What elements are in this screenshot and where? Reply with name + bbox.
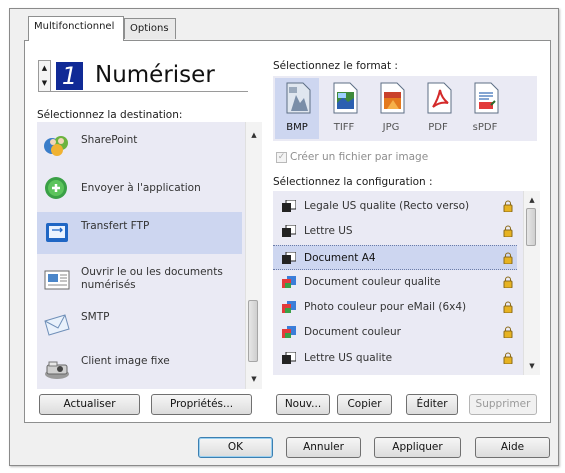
lock-icon bbox=[503, 352, 513, 365]
scroll-up-arrow-icon[interactable]: ▲ bbox=[524, 193, 540, 207]
button-number-spinner[interactable]: ▲ ▼ bbox=[38, 60, 51, 92]
format-label-jpg: JPG bbox=[382, 122, 400, 133]
configuration-item-label: Legale US qualite (Recto verso) bbox=[304, 200, 470, 212]
configuration-item[interactable]: Lettre US bbox=[273, 219, 517, 244]
destination-label: Sélectionnez la destination: bbox=[37, 109, 183, 121]
tab-multifonctionnel[interactable]: Multifonctionnel bbox=[28, 16, 124, 41]
spinner-down-arrow-icon[interactable]: ▼ bbox=[39, 76, 50, 90]
ok-button[interactable]: OK bbox=[198, 437, 273, 458]
destination-label-still-image-client: Client image fixe bbox=[81, 355, 170, 367]
scroll-down-arrow-icon[interactable]: ▼ bbox=[246, 372, 262, 386]
configuration-item-label: Photo couleur pour eMail (6x4) bbox=[304, 301, 467, 313]
configuration-list[interactable]: Legale US qualite (Recto verso) Lettre U… bbox=[273, 191, 540, 375]
tab-options[interactable]: Options bbox=[124, 18, 176, 39]
format-option-bmp[interactable]: BMP bbox=[275, 79, 319, 139]
destination-label-smtp: SMTP bbox=[81, 311, 110, 323]
color-document-icon bbox=[282, 326, 296, 338]
destination-label-sharepoint: SharePoint bbox=[81, 134, 138, 146]
jpg-format-icon bbox=[375, 81, 407, 115]
scroll-thumb[interactable] bbox=[526, 208, 536, 246]
tab-options-label: Options bbox=[130, 23, 169, 34]
configuration-item-label: Document couleur qualite bbox=[304, 276, 441, 288]
format-option-pdf[interactable]: PDF bbox=[416, 79, 460, 139]
scroll-up-arrow-icon[interactable]: ▲ bbox=[246, 128, 262, 142]
black-white-document-icon bbox=[282, 251, 297, 264]
lock-icon bbox=[503, 200, 513, 213]
lock-icon bbox=[503, 301, 513, 314]
smtp-mail-icon bbox=[43, 313, 71, 337]
configuration-item-label: Document A4 bbox=[304, 252, 376, 264]
lock-icon bbox=[503, 225, 513, 238]
spdf-format-icon bbox=[469, 81, 501, 115]
format-option-jpg[interactable]: JPG bbox=[369, 79, 413, 139]
black-white-document-icon bbox=[282, 224, 297, 237]
format-label-bmp: BMP bbox=[286, 122, 308, 133]
format-label-tiff: TIFF bbox=[333, 122, 355, 133]
scan-button-label: Numériser bbox=[95, 62, 215, 88]
format-label-spdf: sPDF bbox=[472, 122, 498, 133]
destination-item-send-to-application[interactable]: Envoyer à l'application bbox=[37, 167, 242, 210]
destination-label-open-scanned-documents: Ouvrir le ou les documents numérisés bbox=[81, 266, 223, 291]
black-white-document-icon bbox=[282, 351, 297, 364]
configuration-scrollbar[interactable]: ▲ ▼ bbox=[523, 191, 540, 375]
still-image-client-icon bbox=[43, 357, 71, 381]
spinner-up-arrow-icon[interactable]: ▲ bbox=[39, 61, 50, 75]
format-option-tiff[interactable]: TIFF bbox=[322, 79, 366, 139]
help-button[interactable]: Aide bbox=[475, 437, 550, 458]
destination-item-smtp[interactable]: SMTP bbox=[37, 302, 242, 345]
delete-configuration-button[interactable]: Supprimer bbox=[469, 394, 537, 415]
bmp-format-icon bbox=[281, 81, 313, 115]
color-document-icon bbox=[282, 301, 296, 313]
destination-label-ftp-transfer: Transfert FTP bbox=[81, 220, 150, 232]
configuration-item[interactable]: Photo couleur pour eMail (6x4) bbox=[273, 295, 517, 320]
tiff-format-icon bbox=[328, 81, 360, 115]
configuration-item[interactable]: Document couleur bbox=[273, 320, 517, 345]
title-divider bbox=[38, 91, 248, 92]
configuration-item[interactable]: Document couleur qualite bbox=[273, 270, 517, 295]
format-label-pdf: PDF bbox=[428, 122, 448, 133]
new-configuration-button[interactable]: Nouv... bbox=[276, 394, 330, 415]
format-label: Sélectionnez le format : bbox=[273, 60, 398, 72]
edit-configuration-button[interactable]: Éditer bbox=[406, 394, 458, 415]
scroll-thumb[interactable] bbox=[248, 300, 258, 362]
format-option-spdf[interactable]: sPDF bbox=[463, 79, 507, 139]
lock-icon bbox=[503, 252, 513, 265]
configuration-item-label: Lettre US bbox=[304, 225, 353, 237]
destination-item-ftp-transfer[interactable]: Transfert FTP bbox=[37, 212, 242, 254]
ftp-transfer-icon bbox=[43, 221, 71, 245]
lock-icon bbox=[503, 276, 513, 289]
configuration-item-label: Document couleur bbox=[304, 326, 401, 338]
configuration-item[interactable]: Legale US qualite (Recto verso) bbox=[273, 194, 517, 219]
configuration-label: Sélectionnez la configuration : bbox=[273, 176, 433, 188]
cancel-button[interactable]: Annuler bbox=[286, 437, 361, 458]
configuration-item[interactable]: Lettre US qualite bbox=[273, 346, 517, 371]
configuration-item-label: Lettre US qualite bbox=[304, 352, 393, 364]
copy-configuration-button[interactable]: Copier bbox=[337, 394, 392, 415]
pdf-format-icon bbox=[422, 81, 454, 115]
destination-label-send-to-application: Envoyer à l'application bbox=[81, 182, 201, 194]
scroll-down-arrow-icon[interactable]: ▼ bbox=[524, 359, 540, 373]
configuration-item-selected[interactable]: Document A4 bbox=[273, 245, 517, 270]
sharepoint-icon bbox=[43, 133, 71, 157]
open-scanned-documents-icon bbox=[43, 268, 71, 292]
apply-button[interactable]: Appliquer bbox=[374, 437, 461, 458]
scan-button-number: 1 bbox=[56, 62, 83, 90]
color-document-icon bbox=[282, 276, 296, 288]
one-file-per-image-checkbox[interactable]: ✓ bbox=[276, 152, 287, 163]
destination-item-open-scanned-documents[interactable]: Ouvrir le ou les documents numérisés bbox=[37, 258, 242, 301]
lock-icon bbox=[503, 326, 513, 339]
black-white-document-icon bbox=[282, 199, 297, 212]
tab-multifonctionnel-label: Multifonctionnel bbox=[34, 21, 115, 32]
send-to-application-icon bbox=[43, 176, 71, 200]
destination-list[interactable]: SharePoint Envoyer à l'application Trans… bbox=[37, 122, 262, 389]
refresh-button[interactable]: Actualiser bbox=[39, 394, 140, 415]
destination-scrollbar[interactable]: ▲ ▼ bbox=[245, 122, 262, 389]
destination-item-still-image-client[interactable]: Client image fixe bbox=[37, 345, 242, 388]
properties-button[interactable]: Propriétés... bbox=[151, 394, 252, 415]
destination-item-sharepoint[interactable]: SharePoint bbox=[37, 124, 242, 167]
one-file-per-image-label: Créer un fichier par image bbox=[290, 151, 429, 163]
